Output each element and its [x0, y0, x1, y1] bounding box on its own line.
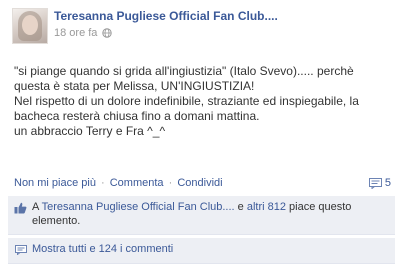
feedback-box: A Teresanna Pugliese Official Fan Club..… [8, 196, 395, 264]
page-link[interactable]: Teresanna Pugliese Official Fan Club.... [42, 201, 235, 213]
comment-link[interactable]: Commenta [110, 177, 164, 189]
comment-count-icon [368, 177, 382, 189]
message-line: questa è stata per Melissa, UN'INGIUSTIZ… [14, 79, 255, 93]
likes-suffix: piace questo [285, 201, 352, 213]
post-actions: Non mi piace più · Commenta · Condividi … [14, 177, 393, 191]
message-line: bacheca resterà chiusa fino a domani mat… [14, 109, 260, 123]
message-line: "si piange quando si grida all'ingiustiz… [14, 64, 354, 78]
separator: · [101, 177, 105, 189]
unlike-link[interactable]: Non mi piace più [14, 177, 96, 189]
view-all-comments-row[interactable]: Mostra tutti e 124 i commenti [8, 238, 395, 264]
comment-count-button[interactable]: 5 [368, 177, 391, 189]
others-link[interactable]: altri 812 [247, 201, 286, 213]
likes-summary: A Teresanna Pugliese Official Fan Club..… [8, 196, 395, 235]
comment-bubble-icon [15, 245, 27, 255]
likes-line-1: A Teresanna Pugliese Official Fan Club..… [32, 200, 389, 214]
post-meta: 18 ore fa [54, 27, 113, 39]
view-all-comments-link[interactable]: Mostra tutti e 124 i commenti [32, 243, 173, 255]
likes-and: e [234, 201, 247, 213]
avatar[interactable] [12, 8, 48, 44]
share-link[interactable]: Condividi [177, 177, 222, 189]
message-line: Nel rispetto di un dolore indefinibile, … [14, 94, 359, 108]
avatar-face-shape [22, 15, 38, 35]
likes-line-2: elemento. [32, 215, 81, 227]
feed-post: Teresanna Pugliese Official Fan Club....… [0, 0, 403, 265]
comment-count: 5 [384, 177, 391, 189]
likes-prefix: A [32, 201, 42, 213]
author-name[interactable]: Teresanna Pugliese Official Fan Club.... [54, 9, 278, 23]
message-line: un abbraccio Terry e Fra ^_^ [14, 124, 166, 138]
separator: · [168, 177, 173, 189]
globe-icon[interactable] [102, 28, 113, 38]
timestamp[interactable]: 18 ore fa [54, 27, 97, 39]
thumbs-up-icon [14, 202, 27, 214]
post-message: "si piange quando si grida all'ingiustiz… [14, 64, 394, 139]
